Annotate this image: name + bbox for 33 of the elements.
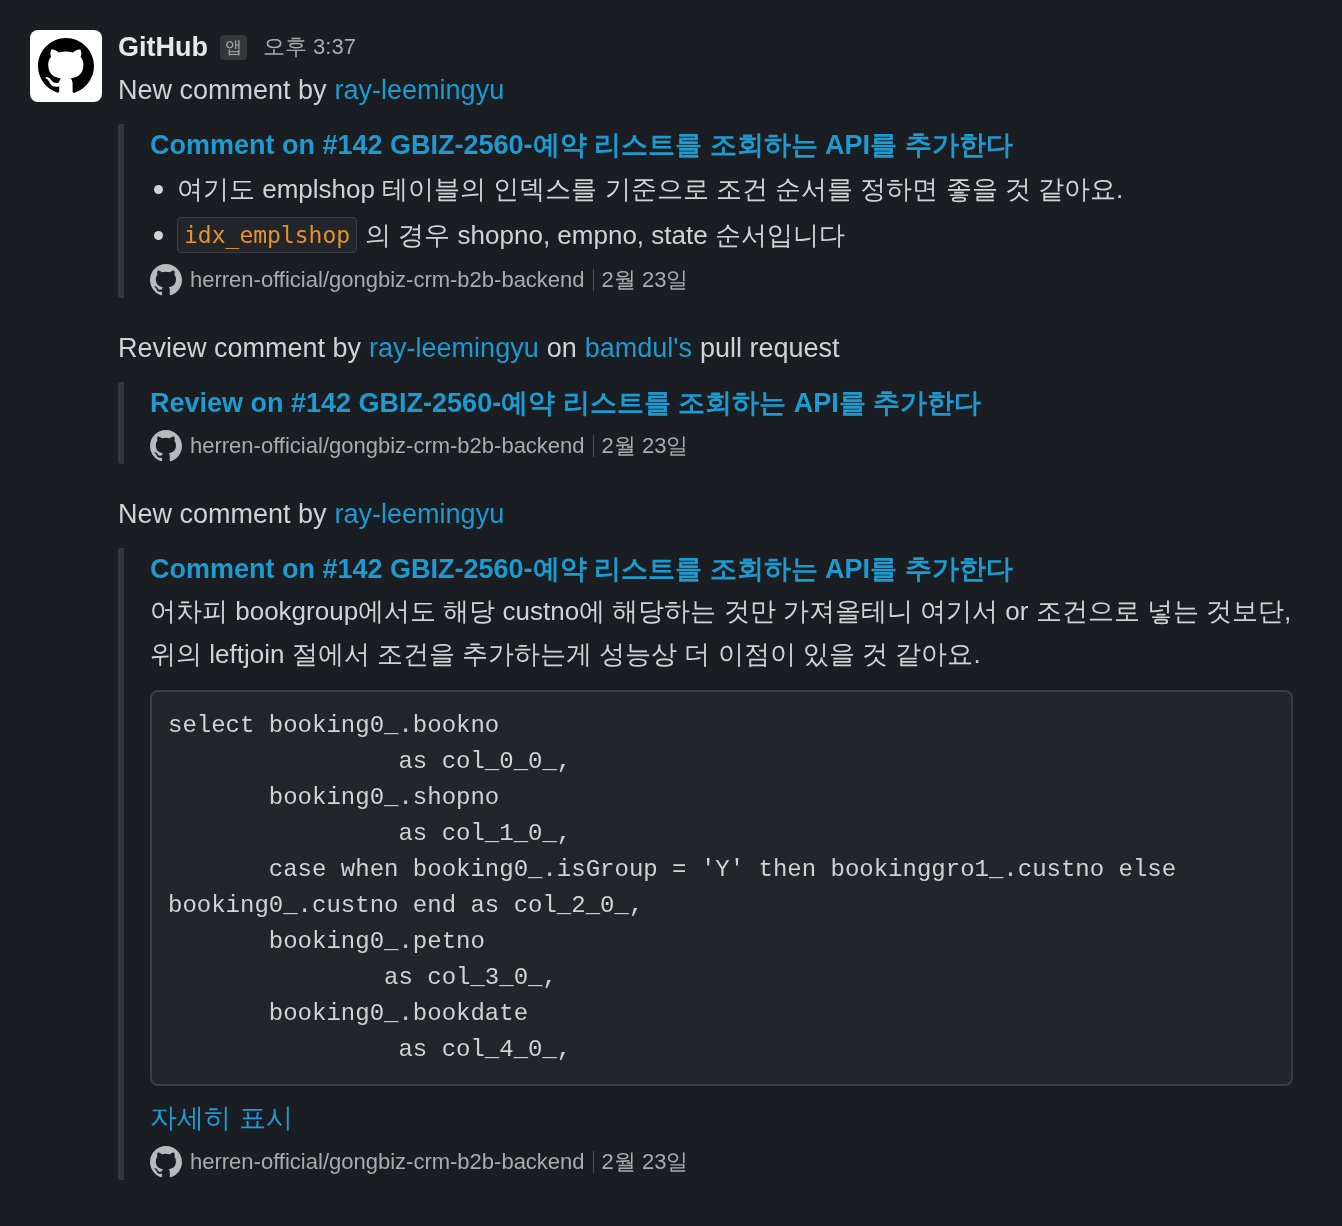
- intro-text: New comment by: [118, 498, 327, 531]
- user-link[interactable]: ray-leemingyu: [334, 70, 505, 110]
- github-icon: [150, 1146, 182, 1178]
- date-text: 2월 23일: [601, 1148, 689, 1176]
- attachment-title[interactable]: Comment on #142 GBIZ-2560-예약 리스트를 조회하는 API를 추가한다: [150, 548, 1312, 590]
- app-badge: 앱: [220, 34, 247, 60]
- avatar-icon[interactable]: [30, 30, 102, 102]
- date-text: 2월 23일: [601, 266, 689, 294]
- comment-text: 어차피 bookgroup에서도 해당 custno에 해당하는 것만 가져올테니 여기서 or 조건으로 넣는 것보단, 위의 leftjoin 절에서 조건을 추가하는게 성능상 더 이점이 있을 것 같아요.: [150, 595, 1293, 671]
- repo-name[interactable]: herren-official/gongbiz-crm-b2b-backend: [190, 1144, 585, 1180]
- code-block: select booking0_.bookno as col_0_0_, booking0_.shopno as col_1_0_, case when booking0_.isGroup = 'Y' then bookinggro1_.custno else booking0_.custno end as col_2_0_, booking0_.petno as col_3_0_, booking0_.bookdate as col_4_0_,: [150, 690, 1293, 1086]
- intro-text: on: [546, 332, 577, 365]
- intro-text: Review comment by: [118, 332, 362, 365]
- user-link[interactable]: ray-leemingyu: [334, 494, 505, 534]
- user-link[interactable]: bamdul's: [584, 328, 692, 368]
- github-icon: [150, 430, 182, 462]
- repo-name[interactable]: herren-official/gongbiz-crm-b2b-backend: [190, 428, 585, 464]
- attachment-title[interactable]: Review on #142 GBIZ-2560-예약 리스트를 조회하는 API를 추가한다: [150, 382, 1312, 424]
- bullet-text: 여기도 emplshop 테이블의 인덱스를 기준으로 조건 순서를 정하면 좋을 것 같아요.: [177, 173, 1124, 206]
- sender-name[interactable]: GitHub: [118, 31, 208, 63]
- github-icon: [150, 264, 182, 296]
- show-more-link[interactable]: 자세히 표시: [150, 1096, 1312, 1140]
- inline-code: idx_emplshop: [177, 217, 358, 253]
- date-text: 2월 23일: [601, 432, 689, 460]
- repo-name[interactable]: herren-official/gongbiz-crm-b2b-backend: [190, 262, 585, 298]
- user-link[interactable]: ray-leemingyu: [369, 328, 539, 368]
- bullet-text: 의 경우 shopno, empno, state 순서입니다: [365, 219, 845, 252]
- bullet-icon: [154, 184, 163, 194]
- attachment-title[interactable]: Comment on #142 GBIZ-2560-예약 리스트를 조회하는 API를 추가한다: [150, 124, 1312, 166]
- timestamp[interactable]: 오후 3:37: [263, 32, 356, 62]
- intro-text: New comment by: [118, 74, 327, 107]
- bullet-icon: [154, 230, 163, 240]
- intro-text: pull request: [699, 332, 840, 365]
